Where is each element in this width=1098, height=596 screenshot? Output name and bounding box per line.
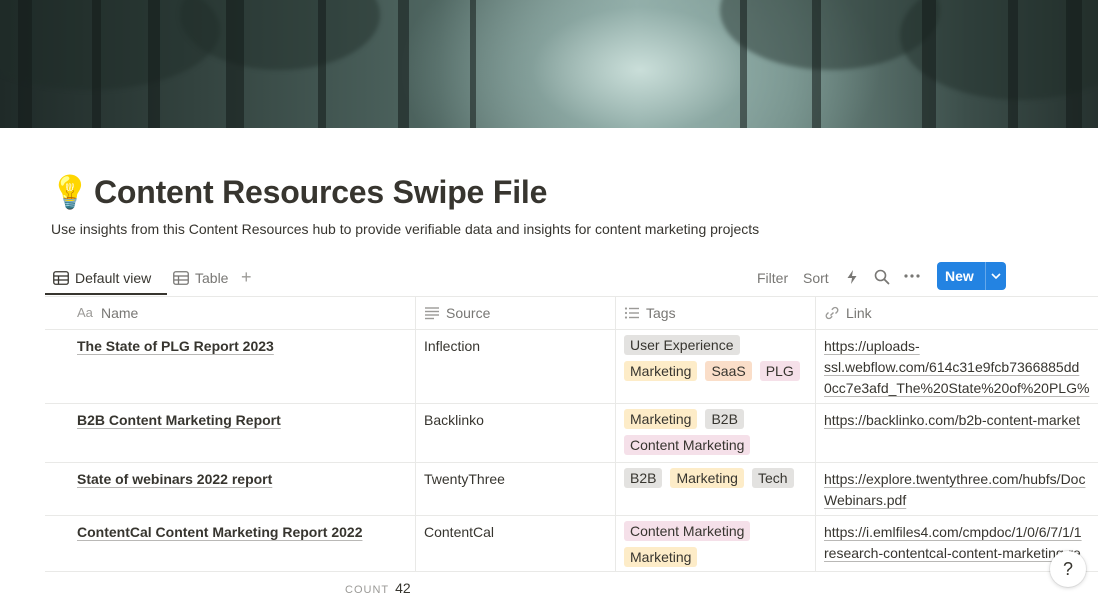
row-name[interactable]: ContentCal Content Marketing Report 2022	[77, 524, 362, 540]
row-source[interactable]: Inflection	[424, 338, 480, 354]
title-aa-icon: Aa	[77, 304, 93, 320]
link-line: https://uploads-	[824, 338, 920, 354]
tag: Tech	[751, 468, 794, 488]
sort-button[interactable]: Sort	[803, 268, 829, 288]
row-link[interactable]: https://uploads- ssl.webflow.com/614c31e…	[824, 336, 1098, 399]
add-view-plus-icon[interactable]: +	[241, 267, 252, 287]
column-header-name[interactable]: Aa Name	[77, 296, 138, 329]
tag: Content Marketing	[624, 521, 751, 541]
help-button[interactable]: ?	[1050, 551, 1086, 587]
header-divider	[45, 329, 1098, 330]
column-divider	[615, 296, 616, 571]
link-icon	[825, 306, 839, 319]
database-view-bar: Default view Table + Filter Sort New	[45, 262, 1008, 296]
column-header-source[interactable]: Source	[424, 296, 490, 329]
tab-default-view[interactable]: Default view	[53, 262, 151, 294]
tag: Marketing	[670, 468, 744, 488]
tab-default-view-label: Default view	[75, 270, 152, 286]
tab-table[interactable]: Table	[173, 262, 228, 294]
count-value: 42	[395, 580, 411, 596]
column-header-label: Name	[101, 304, 139, 321]
row-link[interactable]: https://backlinko.com/b2b-content-market	[824, 410, 1098, 431]
page-header: 💡 Content Resources Swipe File	[50, 172, 547, 212]
row-divider	[45, 515, 1098, 516]
column-divider	[415, 296, 416, 571]
active-tab-indicator	[45, 293, 167, 295]
link-line: https://backlinko.com/b2b-content-market	[824, 412, 1081, 428]
row-link[interactable]: https://explore.twentythree.com/hubfs/Do…	[824, 469, 1098, 511]
row-divider	[45, 462, 1098, 463]
link-line: https://i.emlfiles4.com/cmpdoc/1/0/6/7/1…	[824, 524, 1082, 540]
tag: PLG	[759, 361, 800, 381]
count-label: COUNT	[345, 584, 390, 596]
link-line: ssl.webflow.com/614c31e9fcb7366885dd	[824, 359, 1080, 375]
row-divider	[45, 403, 1098, 404]
link-line: Webinars.pdf	[824, 492, 907, 508]
filter-button[interactable]: Filter	[757, 268, 788, 288]
tag: B2B	[705, 409, 744, 429]
list-icon	[624, 306, 639, 319]
row-source[interactable]: ContentCal	[424, 524, 494, 540]
tag: B2B	[624, 468, 663, 488]
tag: Marketing	[624, 547, 698, 567]
page-description[interactable]: Use insights from this Content Resources…	[51, 221, 759, 237]
row-source[interactable]: TwentyThree	[424, 471, 505, 487]
table-icon	[173, 271, 189, 285]
tag: User Experience	[624, 335, 740, 355]
tab-table-label: Table	[195, 270, 229, 286]
tag: SaaS	[705, 361, 752, 381]
link-line: 0cc7e3afd_The%20State%20of%20PLG%	[824, 380, 1090, 396]
row-tags[interactable]: Marketing B2B Content Marketing	[624, 409, 814, 455]
column-header-link[interactable]: Link	[824, 296, 872, 329]
table-border-top	[45, 296, 1098, 297]
row-name[interactable]: The State of PLG Report 2023	[77, 338, 274, 354]
row-divider	[45, 571, 1098, 572]
row-tags[interactable]: Content Marketing Marketing	[624, 521, 814, 567]
cover-image[interactable]	[0, 0, 1098, 128]
column-divider	[815, 296, 816, 571]
text-lines-icon	[425, 306, 439, 319]
lightning-automation-icon[interactable]	[846, 269, 858, 285]
page-title[interactable]: Content Resources Swipe File	[94, 174, 547, 211]
row-name[interactable]: B2B Content Marketing Report	[77, 412, 281, 428]
tag: Marketing	[624, 361, 698, 381]
new-button[interactable]: New	[937, 262, 1006, 290]
column-header-tags[interactable]: Tags	[624, 296, 676, 329]
tag: Marketing	[624, 409, 698, 429]
tag: Content Marketing	[624, 435, 751, 455]
search-icon[interactable]	[874, 269, 890, 285]
new-button-label: New	[945, 268, 974, 284]
column-header-label: Tags	[646, 304, 676, 321]
row-source[interactable]: Backlinko	[424, 412, 484, 428]
row-tags[interactable]: User Experience Marketing SaaS PLG	[624, 335, 814, 381]
more-options-icon[interactable]	[904, 274, 920, 278]
table-icon	[53, 271, 69, 285]
row-name[interactable]: State of webinars 2022 report	[77, 471, 272, 487]
new-dropdown-chevron-icon[interactable]	[986, 273, 1006, 279]
column-header-label: Link	[846, 304, 872, 321]
column-header-label: Source	[446, 304, 491, 321]
link-line: https://explore.twentythree.com/hubfs/Do…	[824, 471, 1086, 487]
lightbulb-icon[interactable]: 💡	[50, 172, 90, 212]
count-footer[interactable]: COUNT 42	[345, 580, 411, 596]
row-tags[interactable]: B2B Marketing Tech	[624, 468, 814, 488]
